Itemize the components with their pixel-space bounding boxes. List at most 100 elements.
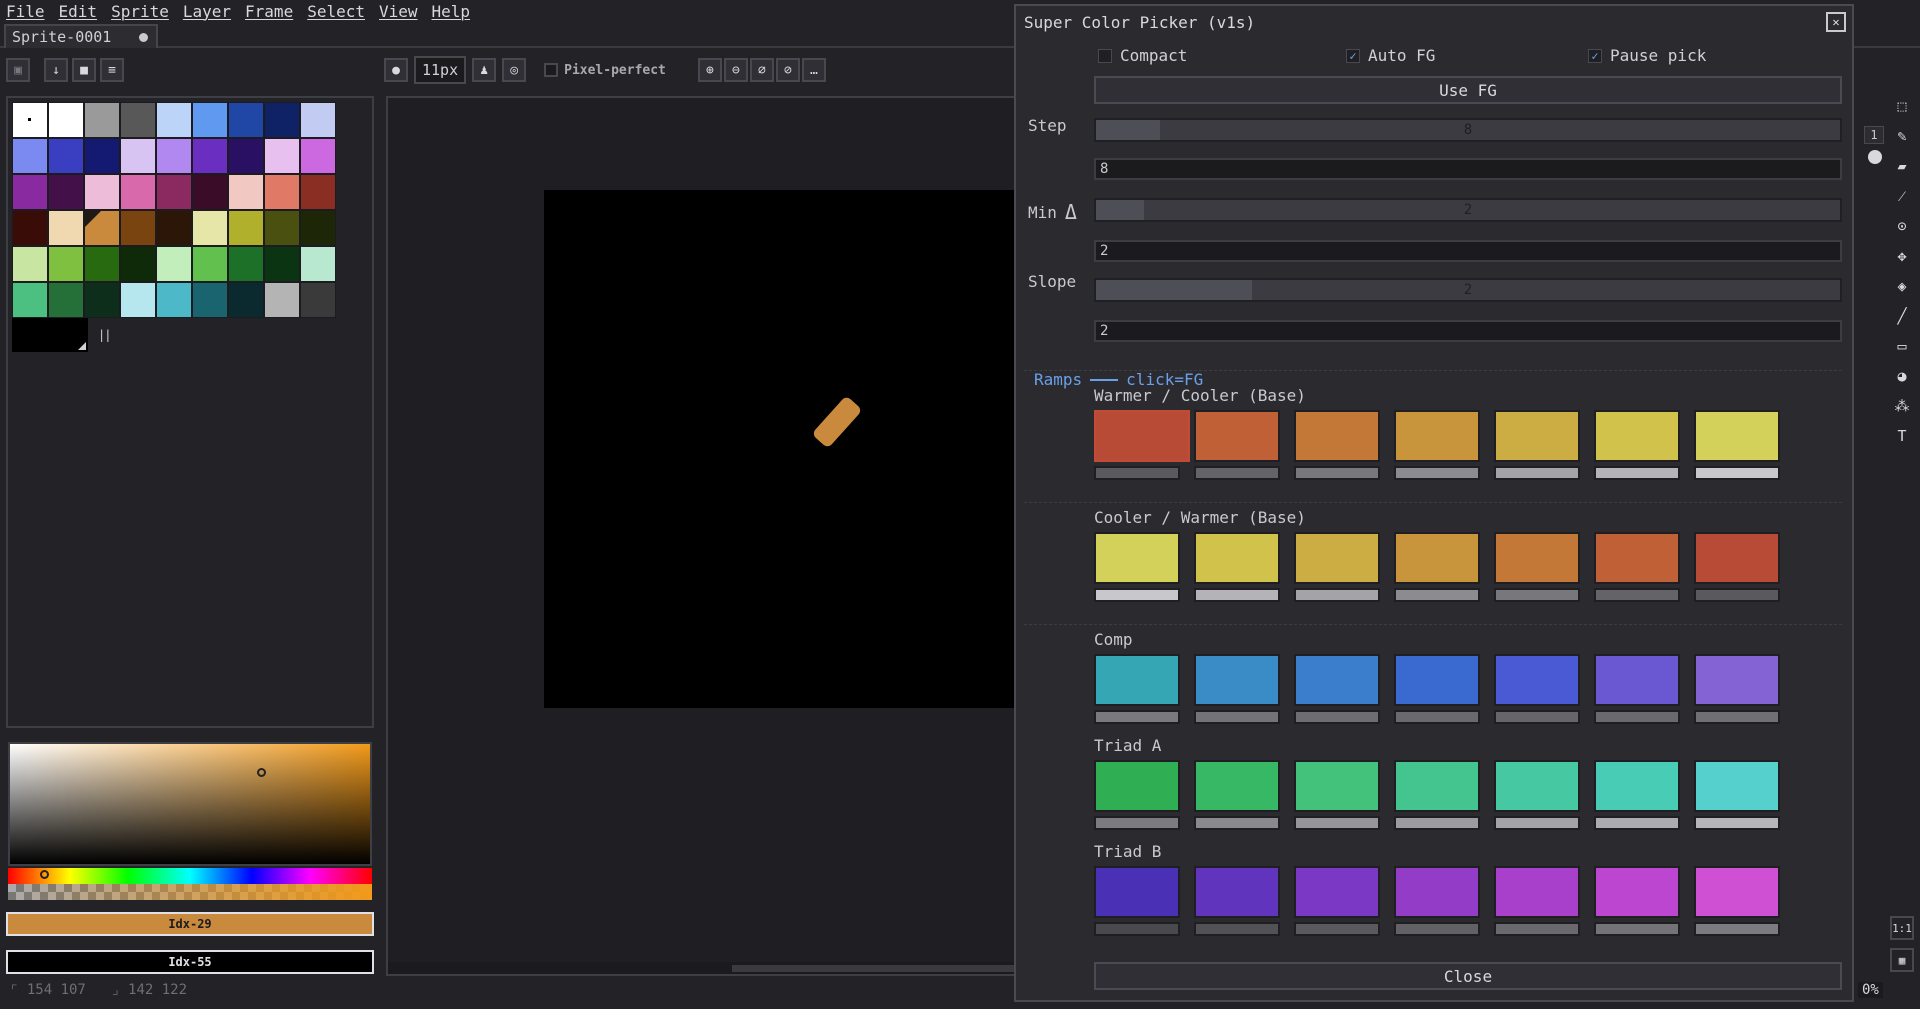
palette-swatch[interactable] [264, 174, 300, 210]
ramp-swatch-color[interactable] [1294, 760, 1380, 812]
step-slider[interactable]: 8 [1094, 118, 1842, 142]
min-slider[interactable]: 2 [1094, 198, 1842, 222]
slope-entry[interactable]: 2 [1094, 320, 1842, 342]
brush-size-field[interactable]: 11px [414, 56, 467, 84]
palette-swatch[interactable] [120, 210, 156, 246]
palette-swatch[interactable] [120, 174, 156, 210]
ramp-swatch[interactable] [1094, 866, 1180, 936]
palette-swatch[interactable] [156, 138, 192, 174]
ramp-swatch[interactable] [1194, 532, 1280, 602]
ramp-swatch-color[interactable] [1094, 532, 1180, 584]
palette-swatch[interactable] [192, 210, 228, 246]
ramp-swatch-color[interactable] [1294, 654, 1380, 706]
rectangle-icon[interactable]: ▭ [1890, 334, 1914, 358]
ink-icon[interactable]: ♟ [472, 58, 497, 82]
ramp-swatch-color[interactable] [1294, 532, 1380, 584]
palette-swatch[interactable] [264, 102, 300, 138]
ramp-swatch-color[interactable] [1394, 760, 1480, 812]
palette-menu-icon[interactable]: ≡ [100, 58, 124, 82]
ramp-swatch-color[interactable] [1694, 410, 1780, 462]
ramp-swatch[interactable] [1694, 760, 1780, 830]
document-tab[interactable]: Sprite-0001 [4, 24, 158, 48]
palette-swatch[interactable] [228, 174, 264, 210]
palette-swatch[interactable] [156, 174, 192, 210]
ramp-swatch-color[interactable] [1694, 654, 1780, 706]
marquee-icon[interactable]: ⬚ [1890, 94, 1914, 118]
menu-view[interactable]: View [379, 2, 418, 21]
palette-swatch[interactable] [300, 246, 336, 282]
menu-layer[interactable]: Layer [183, 2, 231, 21]
pause-pick-option[interactable]: ✓ Pause pick [1588, 46, 1706, 65]
ramp-swatch-color[interactable] [1594, 760, 1680, 812]
move-icon[interactable]: ✥ [1890, 244, 1914, 268]
compact-option[interactable]: Compact [1098, 46, 1187, 65]
palette-swatch[interactable] [12, 102, 48, 138]
palette-swatch[interactable] [48, 174, 84, 210]
ramp-swatch-color[interactable] [1594, 410, 1680, 462]
ramp-swatch-color[interactable] [1194, 760, 1280, 812]
opacity-icon[interactable]: ◎ [502, 58, 527, 82]
ramp-swatch[interactable] [1494, 532, 1580, 602]
ramp-swatch-color[interactable] [1694, 866, 1780, 918]
eraser-icon[interactable]: ▰ [1890, 154, 1914, 178]
palette-swatch[interactable] [120, 138, 156, 174]
sv-cursor[interactable] [257, 768, 266, 777]
ramp-swatch[interactable] [1294, 532, 1380, 602]
auto-fg-option[interactable]: ✓ Auto FG [1346, 46, 1435, 65]
palette-swatch[interactable] [264, 210, 300, 246]
ramp-swatch[interactable] [1594, 532, 1680, 602]
palette-swatch[interactable] [300, 174, 336, 210]
slope-slider[interactable]: 2 [1094, 278, 1842, 302]
palette-swatch[interactable] [192, 102, 228, 138]
horizontal-scrollbar[interactable] [388, 962, 1016, 974]
pixel-perfect-checkbox[interactable] [544, 63, 559, 77]
palette-swatch[interactable] [120, 102, 156, 138]
symmetry-horizontal-icon[interactable]: ⊖ [723, 58, 748, 82]
palette-extra-swatch[interactable] [12, 318, 88, 352]
dialog-close-icon[interactable]: ✕ [1826, 12, 1846, 32]
ramp-swatch[interactable] [1494, 866, 1580, 936]
zoom-icon[interactable]: ⊙ [1890, 214, 1914, 238]
sprite-canvas[interactable] [544, 190, 1016, 708]
palette-swatch[interactable] [228, 138, 264, 174]
pause-pick-checkbox[interactable]: ✓ [1588, 48, 1602, 63]
palette-swatch[interactable] [264, 246, 300, 282]
menu-help[interactable]: Help [432, 2, 471, 21]
palette-swatch[interactable] [48, 246, 84, 282]
ramp-swatch[interactable] [1294, 654, 1380, 724]
pencil-icon[interactable]: ✎ [1890, 124, 1914, 148]
line-icon[interactable]: ╱ [1890, 304, 1914, 328]
compact-checkbox[interactable] [1098, 48, 1112, 63]
text-icon[interactable]: T [1890, 424, 1914, 448]
palette-swatch[interactable] [192, 174, 228, 210]
ramp-swatch-color[interactable] [1094, 866, 1180, 918]
ramp-swatch-color[interactable] [1494, 410, 1580, 462]
palette-swatch[interactable] [156, 282, 192, 318]
symmetry-diagonal-icon[interactable]: ∅ [749, 58, 774, 82]
ramp-swatch[interactable] [1094, 410, 1190, 480]
ramp-swatch[interactable] [1294, 760, 1380, 830]
menu-edit[interactable]: Edit [59, 2, 98, 21]
lock-icon[interactable]: ▣ [6, 58, 30, 82]
palette-swatch[interactable] [84, 210, 120, 246]
hue-cursor[interactable] [40, 870, 49, 879]
ramp-swatch[interactable] [1394, 760, 1480, 830]
ramp-swatch-color[interactable] [1694, 760, 1780, 812]
eyedropper-icon[interactable]: ⁄ [1890, 184, 1914, 208]
ramp-swatch-color[interactable] [1594, 654, 1680, 706]
ramp-swatch-color[interactable] [1394, 410, 1480, 462]
palette-swatch[interactable] [12, 210, 48, 246]
more-options-icon[interactable]: … [801, 58, 826, 82]
hue-slider[interactable] [8, 868, 372, 884]
ramp-swatch[interactable] [1694, 410, 1780, 480]
ramp-swatch[interactable] [1294, 866, 1380, 936]
palette-swatch[interactable] [12, 174, 48, 210]
ramp-swatch-color[interactable] [1594, 866, 1680, 918]
sort-down-icon[interactable]: ↓ [44, 58, 68, 82]
ramp-swatch[interactable] [1394, 410, 1480, 480]
ramp-swatch-color[interactable] [1094, 760, 1180, 812]
ramp-swatch-color[interactable] [1494, 654, 1580, 706]
symmetry-other-icon[interactable]: ⊘ [775, 58, 800, 82]
ramp-swatch[interactable] [1594, 760, 1680, 830]
palette-swatch[interactable] [228, 282, 264, 318]
